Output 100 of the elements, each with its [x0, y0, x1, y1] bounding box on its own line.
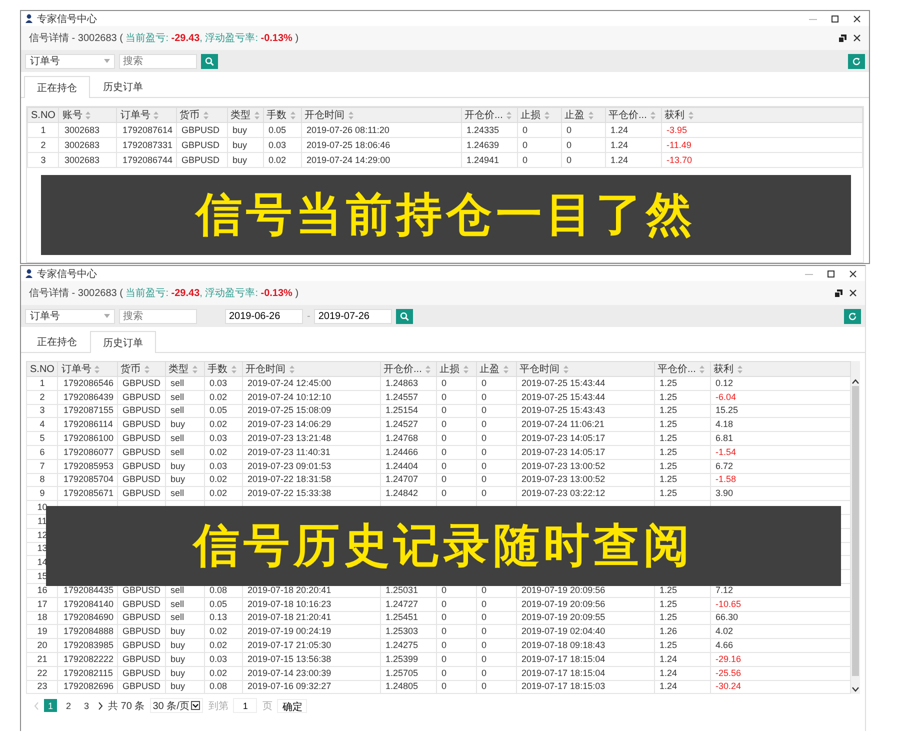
sort-icon[interactable]	[502, 364, 509, 374]
confirm-button[interactable]: 确定	[277, 698, 308, 713]
chevron-left-icon[interactable]	[34, 702, 39, 710]
page-button[interactable]: 2	[62, 699, 75, 712]
total-count: 共 70 条	[108, 700, 145, 713]
sort-icon[interactable]	[688, 110, 694, 120]
column-header: 获利	[664, 108, 685, 122]
refresh-button[interactable]	[848, 54, 865, 68]
caret-icon	[191, 701, 200, 710]
close-icon[interactable]	[849, 270, 857, 278]
sort-icon[interactable]	[562, 364, 569, 374]
chevron-up-icon[interactable]	[852, 379, 859, 384]
table-cell: 2019-07-14 23:00:39	[248, 668, 332, 678]
search-button[interactable]	[396, 308, 414, 324]
table-cell: 0.02	[210, 419, 228, 430]
close-icon[interactable]	[853, 14, 861, 22]
table-cell: 1.25	[660, 392, 678, 402]
tab[interactable]: 历史订单	[90, 331, 156, 353]
sort-icon[interactable]	[230, 364, 237, 374]
table-cell: GBPUSD	[122, 419, 161, 430]
table-cell: 2019-07-23 14:06:29	[248, 419, 332, 430]
order-type-select[interactable]: 订单号	[25, 308, 115, 324]
sort-icon[interactable]	[290, 110, 296, 120]
close-icon[interactable]	[849, 289, 857, 297]
order-type-select[interactable]: 订单号	[25, 54, 115, 68]
restore-icon[interactable]	[838, 34, 847, 42]
table-cell: 1.25451	[386, 612, 418, 622]
table-cell: 1.24805	[386, 681, 418, 692]
table-cell: 1.25	[660, 460, 678, 471]
refresh-button[interactable]	[844, 308, 861, 324]
close-icon[interactable]	[853, 34, 861, 42]
tab[interactable]: 正在持仓	[24, 76, 90, 98]
table-cell: -6.04	[716, 392, 736, 402]
table-cell: 2019-07-19 20:09:56	[522, 598, 606, 609]
sort-icon[interactable]	[588, 110, 594, 120]
table-cell: 1.24275	[386, 640, 418, 650]
sort-icon[interactable]	[192, 364, 198, 374]
sort-icon[interactable]	[144, 364, 150, 374]
table-cell: 1.24527	[386, 419, 418, 430]
tab[interactable]: 正在持仓	[24, 331, 90, 352]
sort-icon[interactable]	[698, 364, 705, 374]
table-cell: GBPUSD	[122, 640, 161, 650]
person-icon	[25, 269, 33, 278]
table-cell: 2019-07-24 10:12:10	[248, 392, 332, 402]
table-cell: -13.70	[666, 155, 692, 165]
sort-icon[interactable]	[650, 110, 656, 120]
sort-icon[interactable]	[462, 364, 469, 374]
sort-icon[interactable]	[85, 110, 92, 120]
person-icon	[25, 14, 33, 23]
table-cell: 0	[442, 612, 447, 622]
maximize-icon[interactable]	[831, 14, 839, 22]
column-header: 止损	[520, 108, 541, 122]
date-field[interactable]: 2019-07-26	[314, 308, 392, 324]
table-cell: GBPUSD	[182, 155, 220, 165]
chevron-right-icon[interactable]	[98, 702, 103, 710]
table-cell: 0	[442, 433, 447, 444]
table-cell: 14	[37, 557, 48, 568]
page-button[interactable]: 3	[80, 699, 93, 712]
table-cell: 0	[482, 488, 487, 498]
tab[interactable]: 历史订单	[90, 76, 156, 97]
sort-icon[interactable]	[736, 364, 743, 374]
page-button[interactable]: 1	[44, 699, 57, 712]
sort-icon[interactable]	[94, 364, 100, 374]
table-cell: sell	[170, 446, 184, 457]
date-field[interactable]: 2019-06-26	[225, 308, 303, 324]
sort-icon[interactable]	[506, 110, 512, 120]
table-cell: 0	[442, 668, 447, 678]
table-cell: GBPUSD	[122, 612, 161, 622]
scrollbar[interactable]	[851, 361, 860, 694]
table-cell: 1.24727	[386, 598, 418, 609]
sort-icon[interactable]	[254, 110, 260, 120]
search-field[interactable]: 搜索	[119, 54, 197, 68]
table-cell: 3.90	[716, 488, 734, 498]
search-icon	[400, 312, 410, 320]
maximize-icon[interactable]	[827, 270, 835, 278]
table-cell: 1792087614	[122, 125, 173, 135]
sort-icon[interactable]	[544, 110, 550, 120]
table-cell: GBPUSD	[122, 392, 161, 402]
table-cell: 1792086077	[63, 446, 114, 457]
restore-icon[interactable]	[834, 288, 843, 298]
table-cell: 2019-07-23 11:40:31	[248, 446, 330, 457]
page-input[interactable]: 1	[233, 698, 258, 714]
table-cell: 1792084690	[63, 612, 114, 622]
chevron-down-icon[interactable]	[852, 687, 859, 692]
sort-icon[interactable]	[288, 364, 295, 374]
table-cell: -11.49	[666, 140, 692, 150]
sort-icon[interactable]	[202, 110, 209, 120]
table-cell: 23	[37, 681, 48, 692]
column-header: S.NO	[30, 364, 54, 374]
page-size-select[interactable]: 30 条/页	[150, 698, 204, 714]
search-button[interactable]	[201, 54, 218, 68]
sort-icon[interactable]	[348, 110, 354, 120]
search-field[interactable]: 搜索	[119, 308, 197, 324]
sort-icon[interactable]	[424, 364, 431, 374]
sort-icon[interactable]	[153, 110, 160, 120]
table-cell: 1792082696	[63, 681, 114, 692]
table-cell: 0	[442, 446, 447, 457]
table-cell: 0	[482, 640, 487, 650]
table-cell: 1792085704	[63, 474, 114, 484]
table-cell: 0	[482, 474, 487, 484]
